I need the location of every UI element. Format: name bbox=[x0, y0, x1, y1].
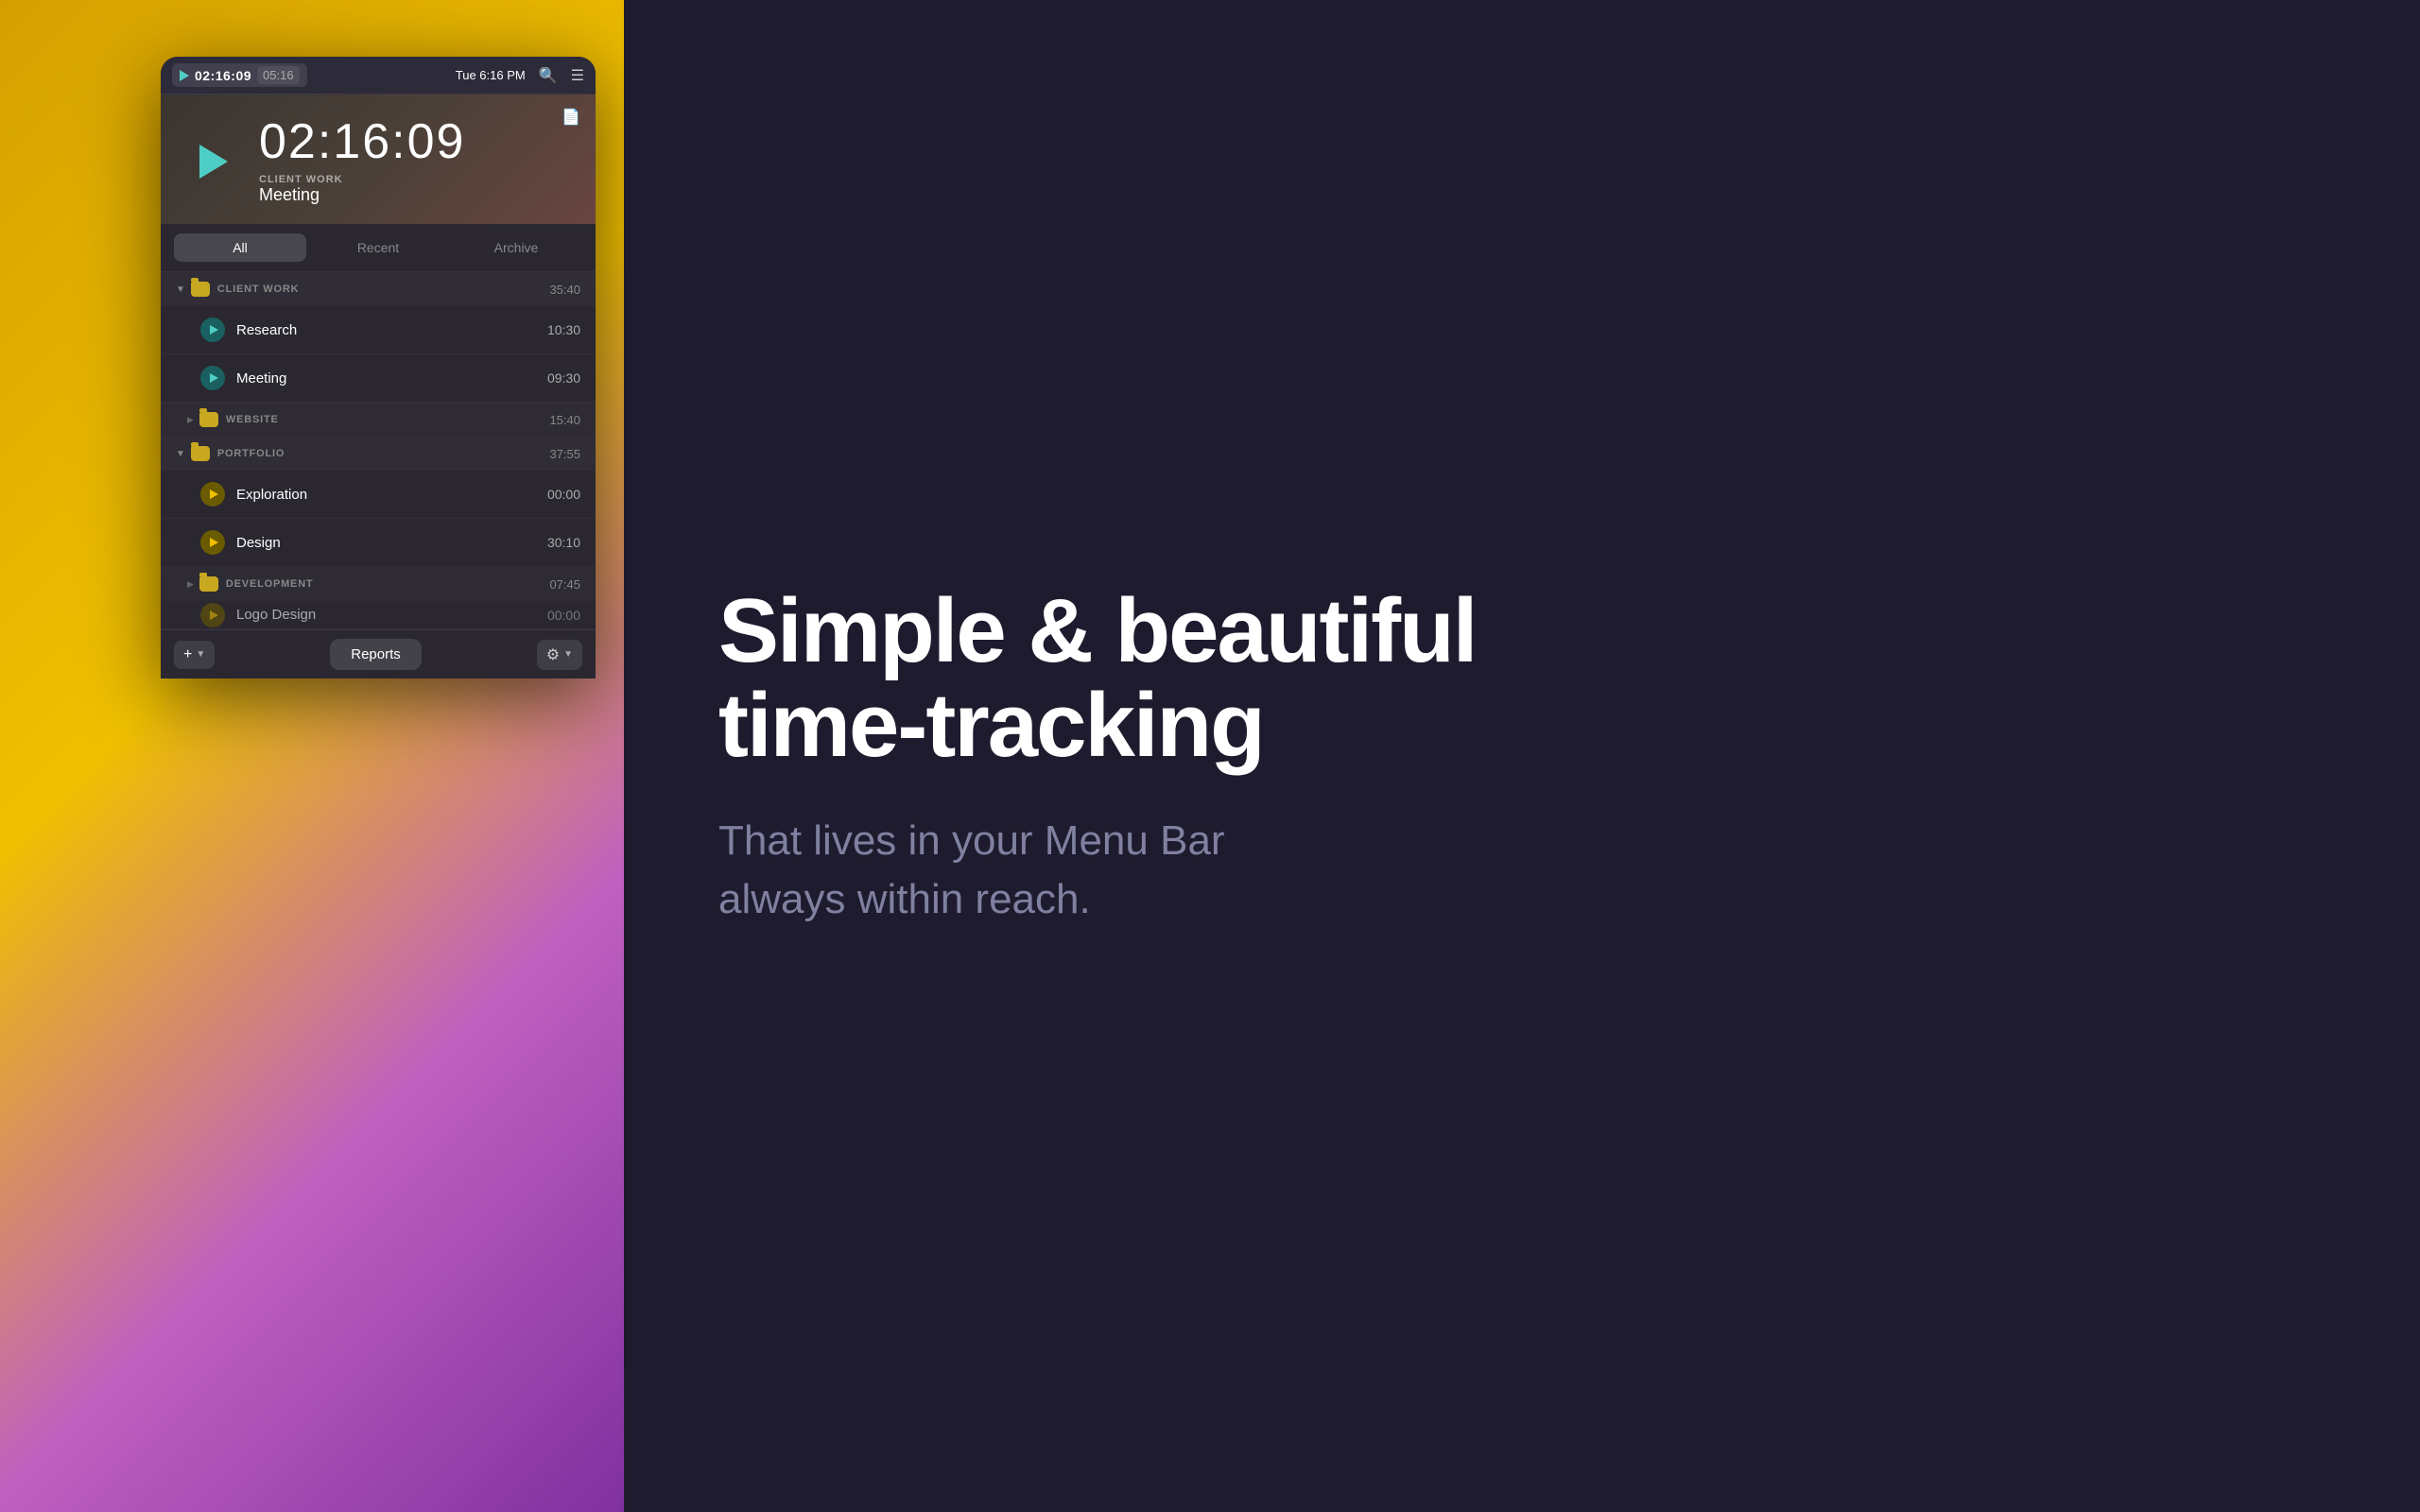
group-name-client-work: CLIENT WORK bbox=[217, 284, 550, 295]
subheadline-line2: always within reach. bbox=[718, 876, 1091, 922]
menu-bar-timer[interactable]: 02:16:09 05:16 bbox=[172, 63, 307, 87]
timer-display: 02:16:09 CLIENT WORK Meeting 📄 bbox=[161, 94, 596, 224]
menu-timer-secondary: 05:16 bbox=[257, 66, 300, 84]
tab-all[interactable]: All bbox=[174, 233, 306, 262]
group-time-client-work: 35:40 bbox=[549, 283, 580, 297]
timer-project-name: Meeting bbox=[259, 185, 573, 205]
timer-main: 02:16:09 bbox=[259, 117, 573, 166]
left-section: 02:16:09 05:16 Tue 6:16 PM 🔍 ☰ 02:16:09 … bbox=[0, 0, 624, 1512]
play-triangle-exploration bbox=[210, 490, 218, 499]
settings-chevron-icon: ▼ bbox=[563, 649, 573, 660]
list-icon[interactable]: ☰ bbox=[571, 66, 584, 85]
right-section: Simple & beautiful time-tracking That li… bbox=[624, 0, 2420, 1512]
list-item[interactable]: Design 30:10 bbox=[161, 519, 596, 567]
chevron-right-icon: ▶ bbox=[187, 415, 194, 425]
folder-icon-website bbox=[199, 412, 218, 427]
list-item[interactable]: Meeting 09:30 bbox=[161, 354, 596, 403]
group-portfolio[interactable]: ▼ PORTFOLIO 37:55 bbox=[161, 437, 596, 471]
timer-project-label: CLIENT WORK bbox=[259, 174, 573, 185]
headline-line2: time-tracking bbox=[718, 675, 1264, 776]
play-triangle-logo bbox=[210, 610, 218, 620]
project-time-logo: 00:00 bbox=[547, 608, 580, 623]
play-btn-exploration[interactable] bbox=[200, 482, 225, 507]
timer-info: 02:16:09 CLIENT WORK Meeting bbox=[259, 117, 573, 205]
group-development[interactable]: ▶ DEVELOPMENT 07:45 bbox=[161, 567, 596, 601]
project-name-logo: Logo Design bbox=[236, 607, 547, 623]
play-btn-design[interactable] bbox=[200, 530, 225, 555]
project-time-meeting: 09:30 bbox=[547, 370, 580, 386]
reports-button[interactable]: Reports bbox=[330, 639, 422, 670]
chevron-right-icon-dev: ▶ bbox=[187, 579, 194, 590]
subheadline: That lives in your Menu Bar always withi… bbox=[718, 812, 1380, 928]
play-icon bbox=[180, 70, 189, 81]
headline-line1: Simple & beautiful bbox=[718, 580, 1476, 681]
project-name-design: Design bbox=[236, 535, 547, 551]
group-name-development: DEVELOPMENT bbox=[226, 578, 550, 590]
project-time-research: 10:30 bbox=[547, 322, 580, 337]
chevron-down-icon-portfolio: ▼ bbox=[176, 449, 185, 459]
play-triangle-large bbox=[199, 145, 228, 179]
play-btn-meeting[interactable] bbox=[200, 366, 225, 390]
list-item[interactable]: Exploration 00:00 bbox=[161, 471, 596, 519]
project-name-meeting: Meeting bbox=[236, 370, 547, 387]
chevron-down-icon: ▼ bbox=[176, 284, 185, 295]
tab-archive[interactable]: Archive bbox=[450, 233, 582, 262]
menu-timer-primary: 02:16:09 bbox=[195, 68, 251, 83]
play-button-large[interactable] bbox=[183, 133, 240, 190]
folder-icon-portfolio bbox=[191, 446, 210, 461]
subheadline-line1: That lives in your Menu Bar bbox=[718, 817, 1225, 864]
headline: Simple & beautiful time-tracking bbox=[718, 584, 2325, 775]
play-triangle-meeting bbox=[210, 373, 218, 383]
project-name-exploration: Exploration bbox=[236, 487, 547, 503]
add-icon: + bbox=[183, 646, 192, 663]
search-icon[interactable]: 🔍 bbox=[539, 66, 558, 85]
group-time-development: 07:45 bbox=[549, 577, 580, 592]
menu-bar: 02:16:09 05:16 Tue 6:16 PM 🔍 ☰ bbox=[161, 57, 596, 94]
list-item[interactable]: Research 10:30 bbox=[161, 306, 596, 354]
folder-icon-client-work bbox=[191, 282, 210, 297]
menu-date: Tue 6:16 PM bbox=[456, 68, 526, 82]
play-triangle-design bbox=[210, 538, 218, 547]
play-btn-logo[interactable] bbox=[200, 603, 225, 627]
group-website[interactable]: ▶ WEBSITE 15:40 bbox=[161, 403, 596, 437]
add-chevron-icon: ▼ bbox=[196, 649, 205, 660]
list-item[interactable]: Logo Design 00:00 bbox=[161, 601, 596, 629]
doc-icon[interactable]: 📄 bbox=[562, 108, 580, 127]
group-time-website: 15:40 bbox=[549, 413, 580, 427]
tabs-bar: All Recent Archive bbox=[161, 224, 596, 272]
group-client-work[interactable]: ▼ CLIENT WORK 35:40 bbox=[161, 272, 596, 306]
project-name-research: Research bbox=[236, 322, 547, 338]
menu-bar-icons: Tue 6:16 PM 🔍 ☰ bbox=[456, 66, 584, 85]
group-name-portfolio: PORTFOLIO bbox=[217, 448, 550, 459]
project-time-exploration: 00:00 bbox=[547, 487, 580, 502]
bottom-bar: + ▼ Reports ⚙ ▼ bbox=[161, 629, 596, 679]
settings-button[interactable]: ⚙ ▼ bbox=[537, 640, 582, 670]
play-triangle-research bbox=[210, 325, 218, 335]
app-window: 02:16:09 05:16 Tue 6:16 PM 🔍 ☰ 02:16:09 … bbox=[161, 57, 596, 679]
play-btn-research[interactable] bbox=[200, 318, 225, 342]
settings-icon: ⚙ bbox=[546, 645, 560, 664]
project-list: ▼ CLIENT WORK 35:40 Research 10:30 Meeti… bbox=[161, 272, 596, 629]
add-button[interactable]: + ▼ bbox=[174, 641, 215, 669]
tab-recent[interactable]: Recent bbox=[312, 233, 444, 262]
project-time-design: 30:10 bbox=[547, 535, 580, 550]
group-name-website: WEBSITE bbox=[226, 414, 550, 425]
folder-icon-development bbox=[199, 576, 218, 592]
group-time-portfolio: 37:55 bbox=[549, 447, 580, 461]
